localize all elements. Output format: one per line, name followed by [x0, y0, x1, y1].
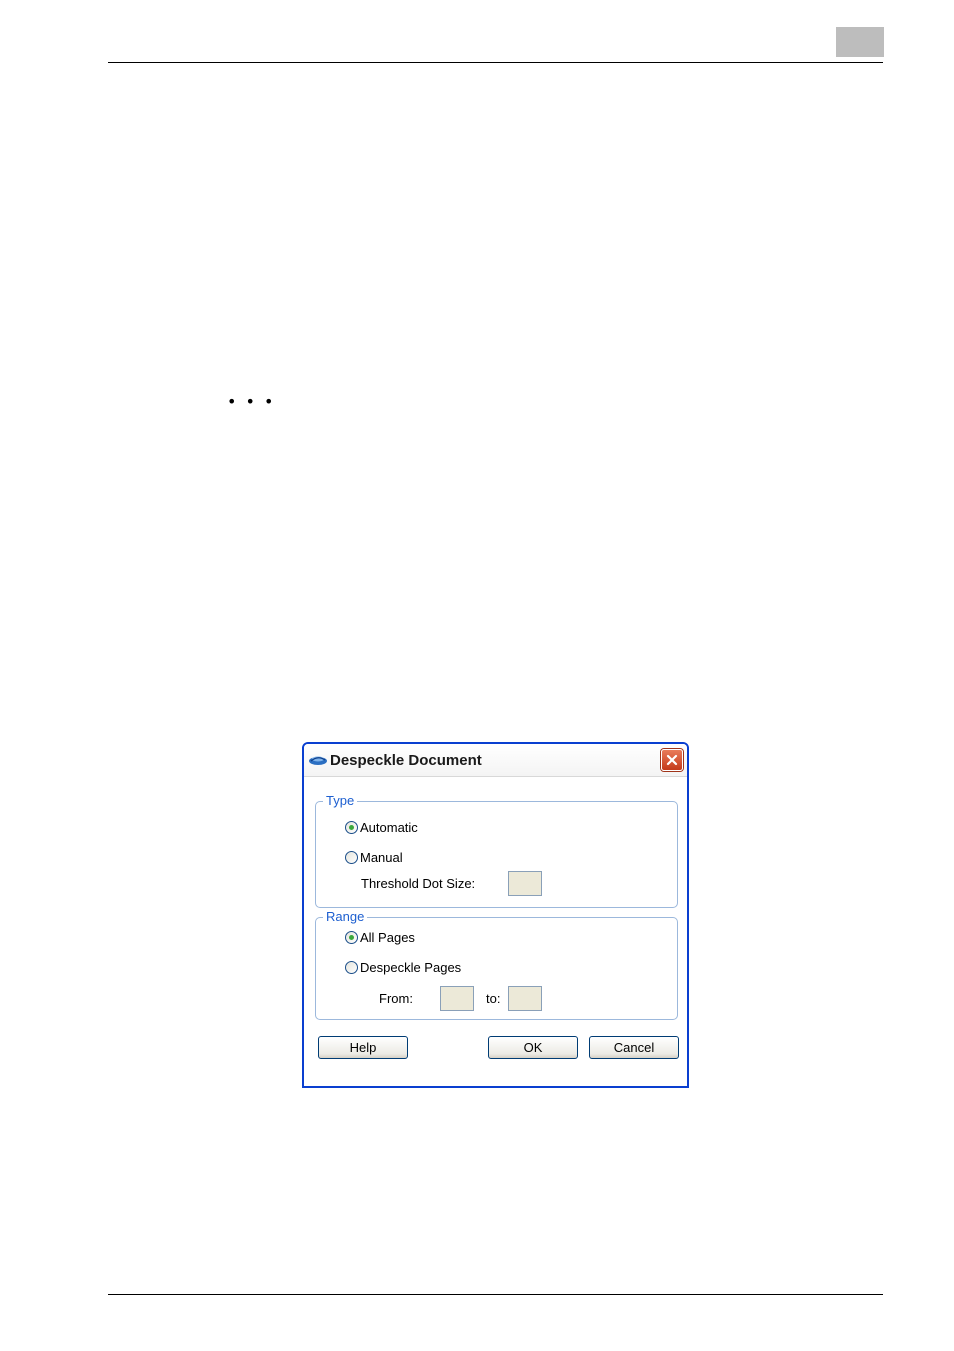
chapter-tab — [836, 27, 884, 57]
help-button[interactable]: Help — [318, 1036, 408, 1059]
radio-button-checked[interactable] — [345, 821, 358, 834]
cancel-button[interactable]: Cancel — [589, 1036, 679, 1059]
threshold-dot-size-field[interactable] — [508, 871, 542, 896]
despeckle-dialog: Despeckle Document Type Automatic Manual… — [302, 742, 689, 1088]
radio-all-pages-label: All Pages — [360, 930, 415, 945]
radio-button-checked[interactable] — [345, 931, 358, 944]
radio-manual[interactable]: Manual — [345, 850, 403, 865]
from-label: From: — [379, 991, 413, 1006]
dialog-titlebar[interactable]: Despeckle Document — [304, 744, 687, 777]
despeckle-app-icon — [309, 756, 327, 765]
continuation-dots: • • • — [227, 392, 276, 411]
close-icon — [666, 754, 678, 766]
radio-manual-label: Manual — [360, 850, 403, 865]
to-label: to: — [486, 991, 501, 1006]
footer-rule — [108, 1294, 883, 1295]
radio-all-pages[interactable]: All Pages — [345, 930, 415, 945]
radio-automatic[interactable]: Automatic — [345, 820, 418, 835]
radio-button[interactable] — [345, 851, 358, 864]
header-rule — [108, 62, 883, 63]
radio-despeckle-pages-label: Despeckle Pages — [360, 960, 462, 975]
type-group-title: Type — [323, 793, 358, 808]
from-page-field[interactable] — [440, 986, 474, 1011]
to-page-field[interactable] — [508, 986, 542, 1011]
range-group-title: Range — [323, 909, 368, 924]
threshold-label: Threshold Dot Size: — [361, 876, 476, 891]
radio-button[interactable] — [345, 961, 358, 974]
dialog-title: Despeckle Document — [330, 752, 482, 769]
close-button[interactable] — [661, 749, 683, 771]
radio-despeckle-pages[interactable]: Despeckle Pages — [345, 960, 461, 975]
ok-button[interactable]: OK — [488, 1036, 578, 1059]
radio-automatic-label: Automatic — [360, 820, 418, 835]
